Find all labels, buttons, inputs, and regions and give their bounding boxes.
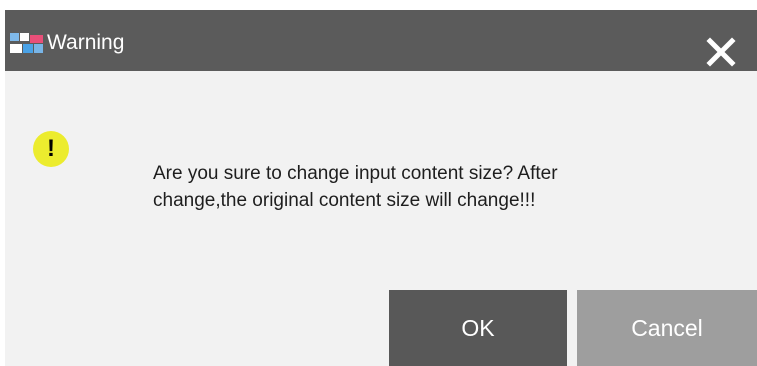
warning-dialog: Warning ! Are you sure to change input c…: [5, 10, 757, 366]
close-icon[interactable]: [703, 34, 739, 70]
cancel-button[interactable]: Cancel: [577, 290, 757, 366]
warning-symbol: !: [47, 135, 55, 162]
dialog-titlebar[interactable]: Warning: [5, 10, 757, 71]
exclamation-icon: !: [33, 131, 69, 167]
app-logo-icon: [10, 33, 43, 53]
dialog-message: Are you sure to change input content siz…: [153, 163, 558, 211]
background-strip: [0, 0, 757, 10]
dialog-title: Warning: [47, 31, 125, 54]
ok-button[interactable]: OK: [389, 290, 567, 366]
